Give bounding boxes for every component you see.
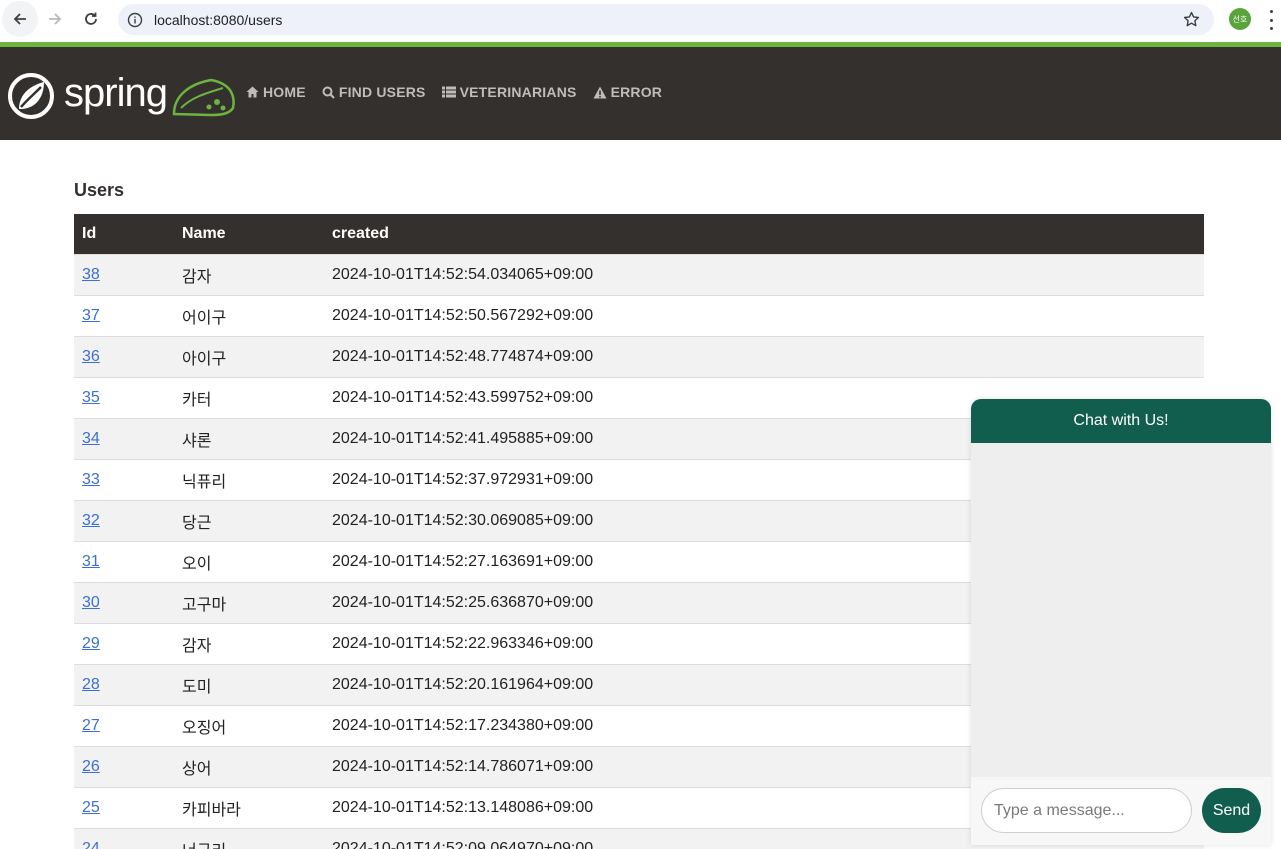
cell-created: 2024-10-01T14:52:48.774874+09:00 [332, 347, 594, 365]
search-icon [322, 86, 335, 99]
cell-created: 2024-10-01T14:52:50.567292+09:00 [332, 306, 594, 324]
cell-name: 카터 [182, 391, 212, 409]
profile-avatar[interactable]: 선호 [1229, 8, 1251, 30]
column-header-id: Id [82, 224, 97, 242]
cell-name: 어이구 [182, 309, 227, 327]
table-header-row: Id Name created [74, 214, 1204, 254]
url-text: localhost:8080/users [154, 11, 283, 28]
table-row: 38 감자 2024-10-01T14:52:54.034065+09:00 [74, 254, 1204, 295]
cell-name: 감자 [182, 268, 212, 286]
table-row: 37 어이구 2024-10-01T14:52:50.567292+09:00 [74, 295, 1204, 336]
cell-name: 감자 [182, 637, 212, 655]
cell-id: 26 [74, 746, 174, 787]
browser-toolbar: localhost:8080/users 선호 [0, 0, 1281, 42]
user-id-link[interactable]: 25 [82, 799, 100, 816]
user-id-link[interactable]: 35 [82, 389, 100, 406]
cell-id: 29 [74, 623, 174, 664]
cell-name: 아이구 [182, 350, 227, 368]
site-info-icon[interactable] [127, 12, 143, 28]
user-id-link[interactable]: 29 [82, 635, 100, 652]
arrow-right-icon [49, 13, 62, 25]
cell-id: 28 [74, 664, 174, 705]
chat-footer: Send [971, 777, 1271, 845]
chat-messages [971, 443, 1271, 777]
cell-name: 오징어 [182, 719, 227, 737]
chat-widget: Chat with Us! Send [971, 399, 1271, 845]
cell-name: 상어 [182, 760, 212, 778]
cell-name: 고구마 [182, 596, 227, 614]
brand-wordmark: spring [64, 71, 168, 115]
list-icon [441, 86, 456, 98]
user-id-link[interactable]: 24 [82, 840, 100, 849]
user-id-link[interactable]: 34 [82, 430, 100, 447]
arrow-left-icon [13, 13, 26, 25]
table-row: 36 아이구 2024-10-01T14:52:48.774874+09:00 [74, 336, 1204, 377]
nav-home-label: HOME [263, 84, 306, 100]
browser-menu-icon[interactable] [1268, 10, 1274, 30]
cell-id: 25 [74, 787, 174, 828]
cell-name: 오이 [182, 555, 212, 573]
cell-id: 37 [74, 295, 174, 336]
spring-leaf-logo-icon [8, 73, 54, 119]
cell-created: 2024-10-01T14:52:54.034065+09:00 [332, 265, 594, 283]
navbar: spring HOME FIND USERS VETERINARIANS ERR… [0, 47, 1281, 140]
cell-id: 38 [74, 254, 174, 295]
bookmark-star-icon[interactable] [1183, 11, 1200, 32]
nav-error-label: ERROR [610, 84, 663, 100]
page-title: Users [74, 180, 125, 200]
cell-id: 33 [74, 459, 174, 500]
warning-icon [593, 86, 607, 98]
nav-veterinarians-label: VETERINARIANS [459, 84, 577, 100]
cell-id: 24 [74, 828, 174, 849]
address-bar[interactable]: localhost:8080/users [118, 4, 1214, 35]
nav-error[interactable]: ERROR [593, 84, 663, 100]
user-id-link[interactable]: 36 [82, 348, 100, 365]
spring-logo[interactable]: spring [8, 73, 237, 119]
cell-name: 샤론 [182, 432, 212, 450]
user-id-link[interactable]: 33 [82, 471, 100, 488]
reload-button[interactable] [73, 1, 109, 37]
cell-id: 30 [74, 582, 174, 623]
cell-id: 31 [74, 541, 174, 582]
send-button[interactable]: Send [1202, 788, 1261, 833]
user-id-link[interactable]: 32 [82, 512, 100, 529]
pet-leaf-icon [172, 78, 235, 117]
cell-id: 35 [74, 377, 174, 418]
chat-header[interactable]: Chat with Us! [971, 399, 1271, 443]
user-id-link[interactable]: 38 [82, 266, 100, 283]
cell-id: 27 [74, 705, 174, 746]
nav-find-users[interactable]: FIND USERS [322, 84, 426, 100]
cell-name: 너구리 [174, 828, 324, 849]
cell-id: 36 [74, 336, 174, 377]
column-header-created: created [332, 224, 389, 242]
cell-name: 닉퓨리 [182, 473, 227, 491]
user-id-link[interactable]: 26 [82, 758, 100, 775]
user-id-link[interactable]: 28 [82, 676, 100, 693]
nav-home[interactable]: HOME [246, 84, 306, 100]
cell-name: 도미 [182, 678, 212, 696]
nav-find-users-label: FIND USERS [338, 84, 426, 100]
back-button[interactable] [2, 1, 38, 37]
main-menu: HOME FIND USERS VETERINARIANS ERROR [246, 84, 678, 100]
column-header-name: Name [182, 224, 226, 242]
cell-id: 34 [74, 418, 174, 459]
nav-veterinarians[interactable]: VETERINARIANS [441, 84, 577, 100]
reload-icon [85, 12, 97, 25]
user-id-link[interactable]: 30 [82, 594, 100, 611]
user-id-link[interactable]: 31 [82, 553, 100, 570]
chat-message-input[interactable] [981, 788, 1192, 833]
user-id-link[interactable]: 27 [82, 717, 100, 734]
forward-button[interactable] [37, 1, 73, 37]
user-id-link[interactable]: 37 [82, 307, 100, 324]
home-icon [246, 86, 259, 98]
cell-id: 32 [74, 500, 174, 541]
cell-name: 카피바라 [182, 801, 241, 819]
cell-name: 당근 [182, 514, 212, 532]
